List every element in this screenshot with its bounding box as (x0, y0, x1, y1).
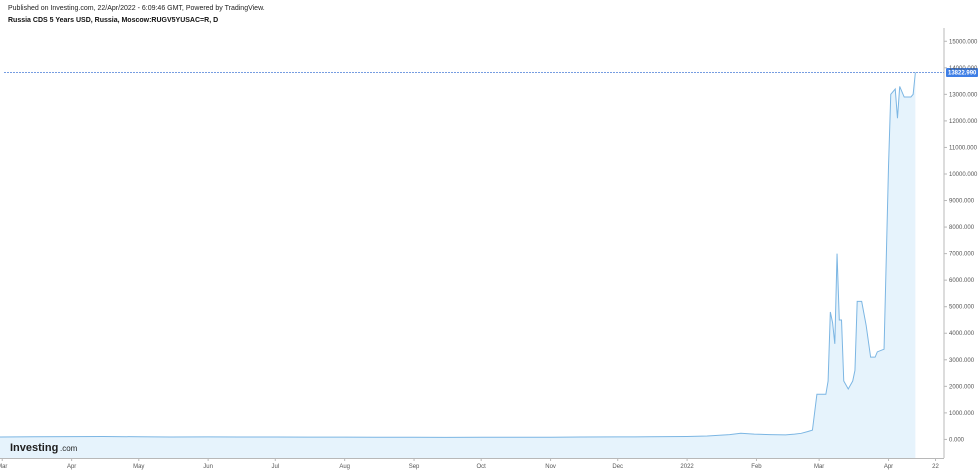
logo-brand: Investing (10, 442, 58, 454)
x-tick-label: Jun (203, 464, 213, 470)
y-tick-label: 10000.000 (949, 172, 978, 178)
y-tick-label: 12000.000 (949, 119, 978, 125)
published-line: Published on Investing.com, 22/Apr/2022 … (8, 5, 265, 12)
x-tick-label: Apr (884, 464, 893, 470)
y-tick-label: 4000.000 (949, 331, 975, 337)
logo-suffix: .com (60, 444, 78, 453)
x-tick-label: Mar (0, 464, 7, 470)
x-tick-label: May (133, 464, 144, 470)
x-tick-label: Apr (67, 464, 76, 470)
x-tick-label: Jul (271, 464, 279, 470)
y-tick-label: 14000.000 (949, 66, 978, 72)
x-tick-label: Mar (814, 464, 824, 470)
series-layer (0, 72, 916, 458)
y-tick-label: 0.000 (949, 437, 965, 443)
series-area (0, 72, 916, 458)
y-tick-label: 2000.000 (949, 384, 975, 390)
symbol-title: Russia CDS 5 Years USD, Russia, Moscow:R… (8, 17, 219, 24)
y-tick-label: 5000.000 (949, 305, 975, 311)
series-line[interactable] (0, 72, 916, 438)
y-tick-label: 11000.000 (949, 145, 978, 151)
x-tick-label: 2022 (680, 464, 694, 470)
chart-root: 13822.990 0.000 1000.000 2000.000 3000.000 4… (0, 0, 980, 472)
x-tick-label: Oct (477, 464, 487, 470)
x-tick-label: Aug (339, 464, 350, 470)
price-line-layer: 13822.990 (4, 68, 978, 78)
x-tick-label: Dec (612, 464, 623, 470)
y-tick-label: 3000.000 (949, 358, 975, 364)
axes-layer (0, 28, 945, 459)
y-tick-label: 13000.000 (949, 92, 978, 98)
x-tick-label: Nov (545, 464, 556, 470)
y-tick-label: 15000.000 (949, 39, 978, 45)
x-tick-label: Feb (751, 464, 762, 470)
investing-logo: Investing .com (10, 442, 78, 454)
y-tick-label: 8000.000 (949, 225, 975, 231)
y-tick-label: 6000.000 (949, 278, 975, 284)
chart-canvas[interactable]: 13822.990 0.000 1000.000 2000.000 3000.000 4… (0, 0, 980, 472)
x-tick-label: 22 (932, 464, 939, 470)
x-axis-ticks: Mar Apr May Jun Jul Aug Sep Oct Nov Dec 2022 Feb Mar… (0, 458, 940, 470)
y-axis-ticks: 0.000 1000.000 2000.000 3000.000 4000.000 500… (944, 39, 978, 443)
y-tick-label: 7000.000 (949, 252, 975, 258)
y-tick-label: 9000.000 (949, 199, 975, 205)
y-tick-label: 1000.000 (949, 411, 975, 417)
x-tick-label: Sep (409, 464, 420, 470)
